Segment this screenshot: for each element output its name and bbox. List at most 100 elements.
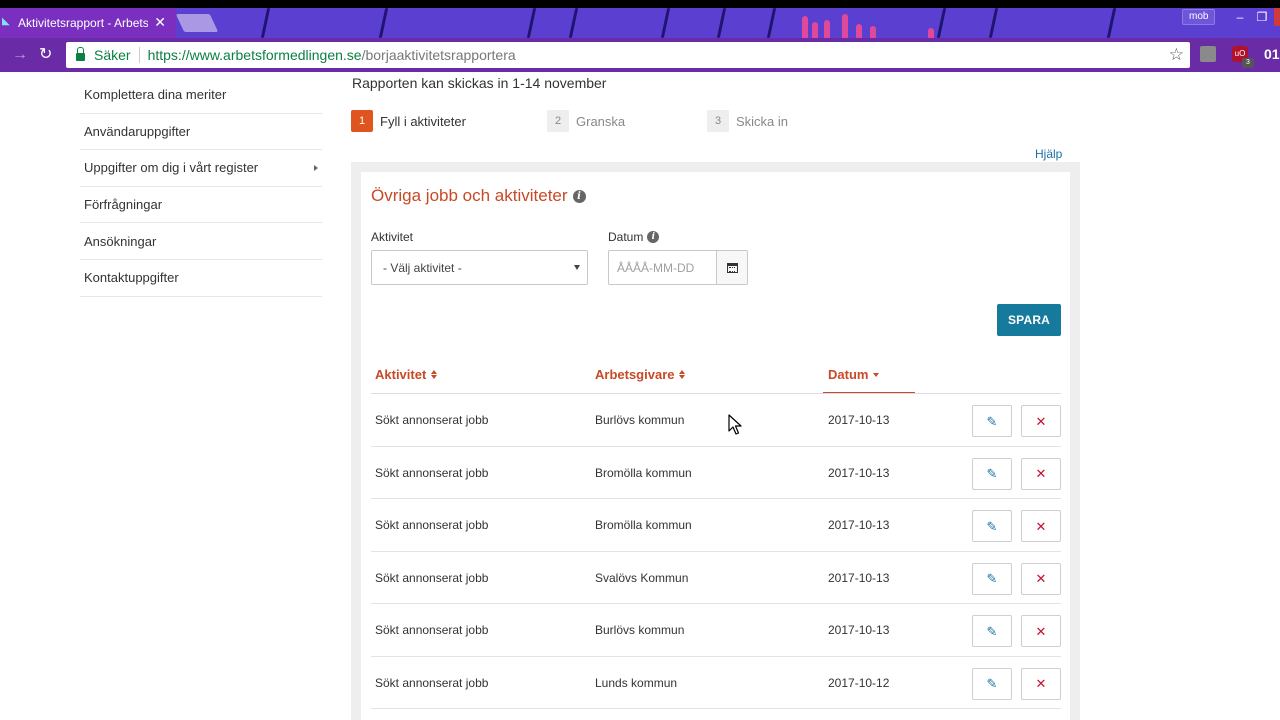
- bookmark-star-icon[interactable]: ☆: [1169, 45, 1184, 65]
- step-label: Skicka in: [736, 113, 789, 129]
- date-label: Datum i: [608, 230, 660, 244]
- edit-button[interactable]: ✎: [972, 615, 1012, 647]
- sidebar-item-anvandaruppgifter[interactable]: Användaruppgifter: [80, 114, 322, 151]
- step-number: 2: [547, 110, 569, 132]
- theme-decoration: [260, 8, 271, 38]
- reload-icon[interactable]: ↻: [39, 46, 52, 64]
- step-skicka-in: 3 Skicka in: [707, 110, 788, 132]
- pencil-icon: ✎: [986, 676, 998, 691]
- step-number: 3: [707, 110, 729, 132]
- times-icon: ✕: [1035, 518, 1047, 534]
- delete-button[interactable]: ✕: [1021, 615, 1061, 647]
- cell-datum: 2017-10-13: [828, 623, 890, 637]
- delete-button[interactable]: ✕: [1021, 457, 1061, 490]
- activity-select[interactable]: - Välj aktivitet -: [371, 250, 588, 285]
- save-button[interactable]: SPARA: [997, 304, 1061, 336]
- step-label: Granska: [576, 113, 626, 129]
- theme-decoration: [856, 24, 862, 38]
- step-granska: 2 Granska: [547, 110, 625, 132]
- cell-arbetsgivare: Bromölla kommun: [595, 465, 692, 480]
- sort-icon: [431, 370, 438, 379]
- times-icon: ✕: [1035, 466, 1047, 481]
- delete-button[interactable]: ✕: [1021, 510, 1061, 542]
- column-header-datum[interactable]: Datum: [828, 367, 880, 382]
- sidebar-item-forfragningar[interactable]: Förfrågningar: [80, 187, 322, 224]
- info-icon[interactable]: i: [647, 231, 660, 243]
- overlay-text: 01: [1264, 46, 1280, 62]
- date-input[interactable]: [608, 250, 717, 285]
- cell-aktivitet: Sökt annonserat jobb: [375, 465, 489, 480]
- favicon-icon: ◣: [2, 16, 10, 27]
- theme-decoration: [660, 8, 671, 38]
- extension-icon[interactable]: [1200, 46, 1216, 62]
- restore-icon[interactable]: ❐: [1252, 8, 1272, 26]
- times-icon: ✕: [1035, 571, 1047, 586]
- profile-button[interactable]: mob: [1182, 9, 1216, 25]
- url-host: https://www.arbetsformedlingen.se: [147, 47, 362, 63]
- activity-label: Aktivitet: [371, 230, 413, 244]
- theme-decoration: [526, 8, 537, 38]
- browser-tab-active[interactable]: ◣ Aktivitetsrapport - Arbetsförmedlingen…: [0, 8, 176, 38]
- theme-decoration: [1106, 8, 1117, 38]
- pencil-icon: ✎: [986, 466, 998, 481]
- activity-select-value: - Välj aktivitet -: [383, 260, 462, 275]
- delete-button[interactable]: ✕: [1021, 667, 1061, 700]
- mouse-cursor-icon: [728, 414, 742, 435]
- sidebar-item-ansokningar[interactable]: Ansökningar: [80, 223, 322, 260]
- calendar-button[interactable]: [716, 250, 748, 285]
- delete-button[interactable]: ✕: [1021, 405, 1061, 437]
- theme-decoration: [378, 8, 389, 38]
- new-tab-button[interactable]: [175, 14, 219, 32]
- edit-button[interactable]: ✎: [972, 457, 1012, 490]
- lock-icon: [76, 47, 85, 61]
- sort-icon: [679, 370, 686, 379]
- step-number: 1: [351, 110, 373, 132]
- secure-label: Säker: [94, 47, 131, 63]
- cell-arbetsgivare: Svalövs Kommun: [595, 570, 689, 585]
- cell-datum: 2017-10-13: [828, 413, 890, 427]
- sort-desc-icon: [873, 372, 880, 377]
- cell-aktivitet: Sökt annonserat jobb: [375, 675, 489, 690]
- sidebar-item-label: Kontaktuppgifter: [84, 270, 179, 286]
- theme-decoration: [766, 8, 777, 38]
- delete-button[interactable]: ✕: [1021, 562, 1061, 595]
- theme-decoration: [988, 8, 999, 38]
- close-window-icon[interactable]: [1274, 8, 1280, 26]
- sidebar-item-label: Komplettera dina meriter: [84, 87, 227, 103]
- pencil-icon: ✎: [986, 623, 998, 639]
- help-link[interactable]: Hjälp: [1035, 147, 1062, 161]
- info-icon[interactable]: i: [572, 189, 586, 203]
- column-header-aktivitet[interactable]: Aktivitet: [375, 367, 438, 382]
- date-label-text: Datum: [608, 230, 644, 244]
- sidebar-item-meriter[interactable]: Komplettera dina meriter: [80, 77, 322, 114]
- browser-toolbar: → ↻ Säker https://www.arbetsformedlingen…: [0, 38, 1280, 72]
- table-row: Sökt annonserat jobb Svalövs Kommun 2017…: [371, 552, 1061, 604]
- sidebar-item-kontaktuppgifter[interactable]: Kontaktuppgifter: [80, 260, 322, 297]
- edit-button[interactable]: ✎: [972, 510, 1012, 542]
- theme-decoration: [802, 16, 808, 38]
- theme-decoration: [716, 8, 727, 38]
- step-fyll-i: 1 Fyll i aktiviteter: [351, 110, 466, 132]
- table-row: Sökt annonserat jobb Burlövs kommun 2017…: [371, 394, 1061, 447]
- minimize-icon[interactable]: –: [1230, 8, 1250, 26]
- sidebar-item-label: Ansökningar: [84, 233, 157, 249]
- edit-button[interactable]: ✎: [972, 667, 1012, 700]
- edit-button[interactable]: ✎: [972, 405, 1012, 437]
- cell-aktivitet: Sökt annonserat jobb: [375, 570, 489, 585]
- column-header-label: Datum: [828, 367, 869, 382]
- cell-aktivitet: Sökt annonserat jobb: [375, 623, 489, 637]
- table-row: Sökt annonserat jobb Bromölla kommun 201…: [371, 499, 1061, 552]
- address-bar[interactable]: Säker https://www.arbetsformedlingen.se …: [66, 42, 1190, 68]
- forward-icon[interactable]: →: [12, 46, 28, 64]
- close-tab-icon[interactable]: ✕: [154, 14, 166, 31]
- column-header-label: Arbetsgivare: [595, 367, 675, 382]
- table-row: Sökt annonserat jobb Bromölla kommun 201…: [371, 447, 1061, 499]
- times-icon: ✕: [1035, 623, 1047, 639]
- table-row: Sökt annonserat jobb Burlövs kommun 2017…: [371, 604, 1061, 657]
- times-icon: ✕: [1035, 413, 1047, 429]
- column-header-arbetsgivare[interactable]: Arbetsgivare: [595, 367, 686, 382]
- report-period-notice: Rapporten kan skickas in 1-14 november: [352, 75, 607, 91]
- edit-button[interactable]: ✎: [972, 562, 1012, 595]
- title-strip: [0, 0, 1280, 8]
- sidebar-item-register[interactable]: Uppgifter om dig i vårt register: [80, 150, 322, 187]
